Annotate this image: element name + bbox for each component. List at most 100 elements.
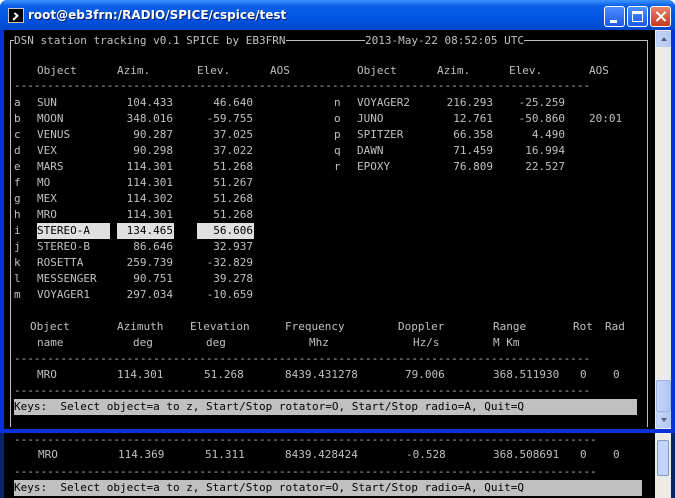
object-elevation: 56.606 bbox=[197, 223, 254, 239]
object-elevation: 37.022 bbox=[213, 144, 253, 157]
row-key: n bbox=[334, 96, 341, 109]
detail-unit-frequency: Mhz bbox=[309, 336, 329, 349]
frame-border-left bbox=[10, 40, 11, 427]
separator-line: ----------------------------------------… bbox=[14, 433, 597, 446]
separator-line: ----------------------------------------… bbox=[14, 79, 591, 92]
object-name: MARS bbox=[37, 160, 64, 173]
object-name: EPOXY bbox=[357, 160, 391, 173]
object-azimuth: 90.751 bbox=[133, 272, 173, 285]
object-azimuth: 114.301 bbox=[126, 208, 173, 221]
detail-unit-doppler: Hz/s bbox=[413, 336, 440, 349]
object-name: MESSENGER bbox=[37, 272, 97, 285]
col-header-aos-right: AOS bbox=[589, 64, 609, 77]
background-scrollbar-thumb[interactable] bbox=[657, 440, 669, 476]
detail-header-range: Range bbox=[493, 320, 527, 333]
bg-detail-range: 368.508691 bbox=[493, 448, 560, 461]
terminal-app-icon[interactable] bbox=[8, 8, 24, 23]
current-datetime: 2013-May-22 08:52:05 UTC bbox=[365, 33, 524, 49]
col-header-object-right: Object bbox=[357, 64, 397, 77]
row-key: e bbox=[14, 160, 21, 173]
detail-unit-azimuth: deg bbox=[133, 336, 153, 349]
row-key: i bbox=[14, 224, 21, 237]
bg-keys-help-bar: Keys: Select object=a to z, Start/Stop r… bbox=[14, 480, 642, 496]
scrollbar-thumb[interactable] bbox=[656, 380, 671, 412]
detail-doppler: 79.006 bbox=[405, 368, 445, 381]
app-title: DSN station tracking v0.1 SPICE by EB3FR… bbox=[14, 33, 286, 49]
col-header-elev-right: Elev. bbox=[509, 64, 543, 77]
object-azimuth: 259.739 bbox=[126, 256, 173, 269]
close-button[interactable] bbox=[650, 6, 671, 27]
object-elevation: 51.268 bbox=[213, 160, 253, 173]
object-azimuth: 348.016 bbox=[126, 112, 173, 125]
separator-line: ----------------------------------------… bbox=[14, 384, 591, 397]
row-key: o bbox=[334, 112, 341, 125]
row-key: q bbox=[334, 144, 341, 157]
object-name: SUN bbox=[37, 96, 57, 109]
object-azimuth: 297.034 bbox=[126, 288, 173, 301]
detail-header-rot: Rot bbox=[573, 320, 593, 333]
object-azimuth: 76.809 bbox=[453, 160, 493, 173]
object-elevation: 37.025 bbox=[213, 128, 253, 141]
detail-elevation: 51.268 bbox=[204, 368, 244, 381]
object-elevation: 22.527 bbox=[525, 160, 565, 173]
object-elevation: -50.860 bbox=[518, 112, 565, 125]
object-elevation: -10.659 bbox=[206, 288, 253, 301]
object-name: MRO bbox=[37, 208, 57, 221]
object-name: STEREO-A bbox=[37, 223, 110, 239]
object-name: MO bbox=[37, 176, 51, 189]
bg-detail-rad: 0 bbox=[613, 448, 620, 461]
object-azimuth: 104.433 bbox=[126, 96, 173, 109]
detail-unit-object: name bbox=[37, 336, 64, 349]
bg-detail-name: MRO bbox=[38, 448, 58, 461]
col-header-elev-left: Elev. bbox=[197, 64, 231, 77]
row-key: c bbox=[14, 128, 21, 141]
row-key: a bbox=[14, 96, 21, 109]
vertical-scrollbar[interactable] bbox=[655, 30, 671, 429]
scroll-up-arrow-icon[interactable] bbox=[656, 31, 671, 47]
bg-detail-doppler: -0.528 bbox=[406, 448, 446, 461]
separator-line: ----------------------------------------… bbox=[14, 465, 597, 478]
col-header-azim-right: Azim. bbox=[437, 64, 471, 77]
object-elevation: 39.278 bbox=[213, 272, 253, 285]
object-azimuth: 114.301 bbox=[126, 160, 173, 173]
object-azimuth: 134.465 bbox=[117, 223, 174, 239]
object-azimuth: 114.301 bbox=[126, 176, 173, 189]
detail-header-frequency: Frequency bbox=[285, 320, 345, 333]
row-key: d bbox=[14, 144, 21, 157]
object-azimuth: 114.302 bbox=[126, 192, 173, 205]
object-elevation: -25.259 bbox=[518, 96, 565, 109]
maximize-button[interactable] bbox=[627, 6, 648, 27]
object-azimuth: 12.761 bbox=[453, 112, 493, 125]
object-elevation: 32.937 bbox=[213, 240, 253, 253]
frame-border-right bbox=[647, 40, 648, 427]
row-key: g bbox=[14, 192, 21, 205]
row-key: p bbox=[334, 128, 341, 141]
col-header-object-left: Object bbox=[37, 64, 77, 77]
background-terminal-screen: ----------------------------------------… bbox=[4, 430, 655, 498]
bg-detail-frequency: 8439.428424 bbox=[285, 448, 358, 461]
col-header-aos-left: AOS bbox=[270, 64, 290, 77]
row-key: l bbox=[14, 272, 21, 285]
object-azimuth: 216.293 bbox=[446, 96, 493, 109]
row-key: r bbox=[334, 160, 341, 173]
object-name: STEREO-B bbox=[37, 240, 90, 253]
row-key: j bbox=[14, 240, 21, 253]
detail-header-object: Object bbox=[30, 320, 70, 333]
detail-frequency: 8439.431278 bbox=[285, 368, 358, 381]
scroll-down-arrow-icon[interactable] bbox=[656, 412, 671, 428]
detail-unit-range: M Km bbox=[493, 336, 520, 349]
minimize-button[interactable] bbox=[604, 6, 625, 27]
object-elevation: -59.755 bbox=[206, 112, 253, 125]
object-azimuth: 90.298 bbox=[133, 144, 173, 157]
separator-line: ----------------------------------------… bbox=[14, 352, 591, 365]
object-name: ROSETTA bbox=[37, 256, 84, 269]
object-azimuth: 71.459 bbox=[453, 144, 493, 157]
object-name: MOON bbox=[37, 112, 64, 125]
object-elevation: 51.268 bbox=[213, 192, 253, 205]
bg-detail-azimuth: 114.369 bbox=[118, 448, 165, 461]
detail-unit-elevation: deg bbox=[206, 336, 226, 349]
detail-header-rad: Rad bbox=[605, 320, 625, 333]
object-azimuth: 86.646 bbox=[133, 240, 173, 253]
row-key: f bbox=[14, 176, 21, 189]
object-name: DAWN bbox=[357, 144, 384, 157]
